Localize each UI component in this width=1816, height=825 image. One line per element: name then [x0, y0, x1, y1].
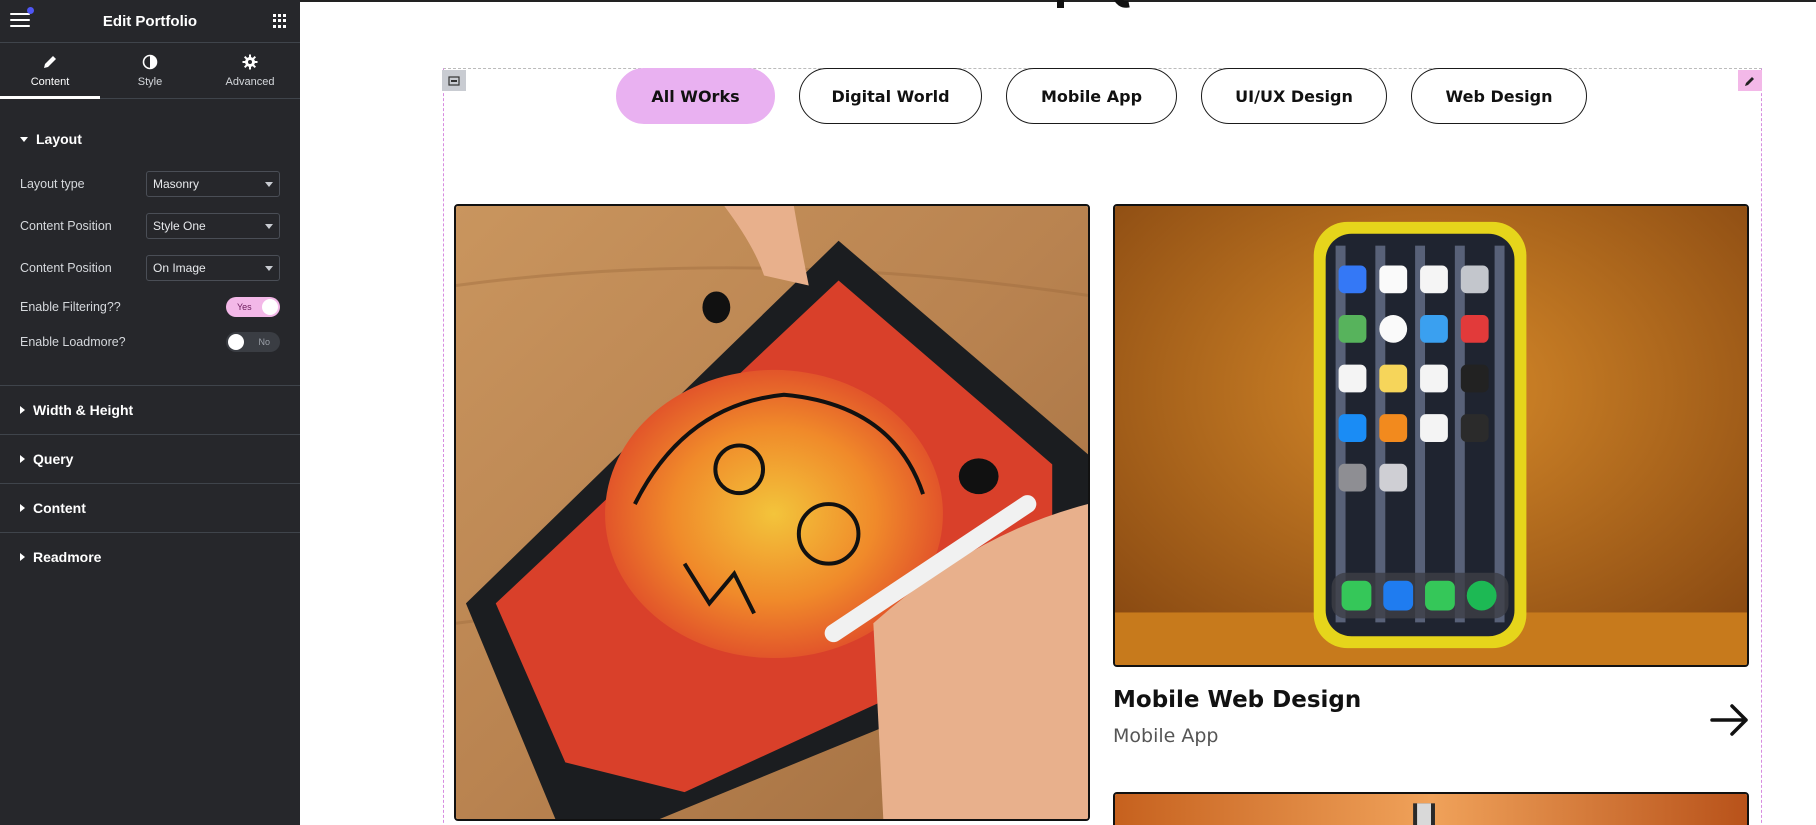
control-enable-loadmore: Enable Loadmore? No: [0, 324, 300, 359]
portfolio-card-image[interactable]: [1113, 792, 1749, 825]
layout-type-select[interactable]: Masonry: [146, 171, 280, 197]
menu-icon[interactable]: [10, 13, 30, 29]
enable-loadmore-toggle[interactable]: No: [226, 331, 280, 352]
section-title: Content: [33, 500, 86, 516]
select-value: Style One: [153, 219, 206, 233]
page-canvas: All WOrks Digital World Mobile App UI/UX…: [300, 0, 1816, 825]
portfolio-card-image[interactable]: [454, 204, 1090, 821]
tab-advanced[interactable]: Advanced: [200, 43, 300, 98]
portfolio-card-category: Mobile App: [1113, 725, 1219, 747]
section-layout[interactable]: Layout: [0, 115, 300, 163]
editor-sidebar: Edit Portfolio Content Style Advanced La…: [0, 0, 300, 825]
section-title: Width & Height: [33, 402, 134, 418]
filter-digital-world[interactable]: Digital World: [799, 68, 982, 124]
toggle-knob: [228, 333, 244, 350]
tab-content[interactable]: Content: [0, 43, 100, 99]
portfolio-card-image[interactable]: [1113, 204, 1749, 667]
gear-icon: [242, 53, 258, 71]
filter-ui-ux-design[interactable]: UI/UX Design: [1201, 68, 1387, 124]
caret-right-icon: [20, 406, 25, 414]
toggle-knob: [262, 298, 278, 315]
control-content-position-style: Content Position Style One: [0, 205, 300, 247]
tab-style[interactable]: Style: [100, 43, 200, 98]
control-enable-filtering: Enable Filtering?? Yes: [0, 289, 300, 324]
widgets-grid-icon[interactable]: [273, 14, 287, 28]
select-value: Masonry: [153, 177, 200, 191]
control-label: Enable Loadmore?: [20, 334, 126, 349]
chevron-down-icon: [265, 265, 273, 271]
toggle-state: No: [258, 336, 270, 347]
filter-web-design[interactable]: Web Design: [1411, 68, 1587, 124]
panel-title: Edit Portfolio: [102, 12, 198, 30]
section-query[interactable]: Query: [0, 435, 300, 483]
caret-right-icon: [20, 553, 25, 561]
tablet-drawing-image: [456, 206, 1088, 819]
tab-advanced-label: Advanced: [225, 76, 275, 88]
orange-product-image: [1115, 794, 1747, 825]
filter-all-works[interactable]: All WOrks: [616, 68, 775, 124]
control-label: Enable Filtering??: [20, 299, 121, 314]
arrow-right-icon[interactable]: [1710, 702, 1750, 738]
enable-filtering-toggle[interactable]: Yes: [226, 296, 280, 317]
section-layout-title: Layout: [36, 131, 82, 147]
caret-down-icon: [20, 136, 28, 142]
control-label: Content Position: [20, 219, 112, 233]
toggle-state: Yes: [237, 301, 252, 312]
pencil-icon: [42, 53, 58, 71]
select-value: On Image: [153, 261, 206, 275]
sidebar-header: Edit Portfolio: [0, 0, 300, 43]
caret-right-icon: [20, 504, 25, 512]
contrast-icon: [142, 53, 158, 71]
control-label: Layout type: [20, 177, 85, 191]
portfolio-card-title[interactable]: Mobile Web Design: [1113, 687, 1361, 713]
content-position-style-select[interactable]: Style One: [146, 213, 280, 239]
notification-dot: [27, 7, 34, 14]
smartphone-image: [1115, 206, 1747, 665]
panel-tabs: Content Style Advanced: [0, 43, 300, 99]
section-content[interactable]: Content: [0, 484, 300, 532]
tab-content-label: Content: [30, 76, 70, 88]
content-position-placement-select[interactable]: On Image: [146, 255, 280, 281]
filter-mobile-app[interactable]: Mobile App: [1006, 68, 1177, 124]
section-title: Readmore: [33, 549, 102, 565]
tab-style-label: Style: [137, 76, 163, 88]
control-label: Content Position: [20, 261, 112, 275]
caret-right-icon: [20, 455, 25, 463]
chevron-down-icon: [265, 223, 273, 229]
section-title: Query: [33, 451, 74, 467]
control-content-position-placement: Content Position On Image: [0, 247, 300, 289]
heading-fragment: [1057, 0, 1130, 8]
section-width-height[interactable]: Width & Height: [0, 386, 300, 434]
section-readmore[interactable]: Readmore: [0, 533, 300, 581]
control-layout-type: Layout type Masonry: [0, 163, 300, 205]
portfolio-filter-bar: All WOrks Digital World Mobile App UI/UX…: [300, 68, 1816, 124]
chevron-down-icon: [265, 181, 273, 187]
